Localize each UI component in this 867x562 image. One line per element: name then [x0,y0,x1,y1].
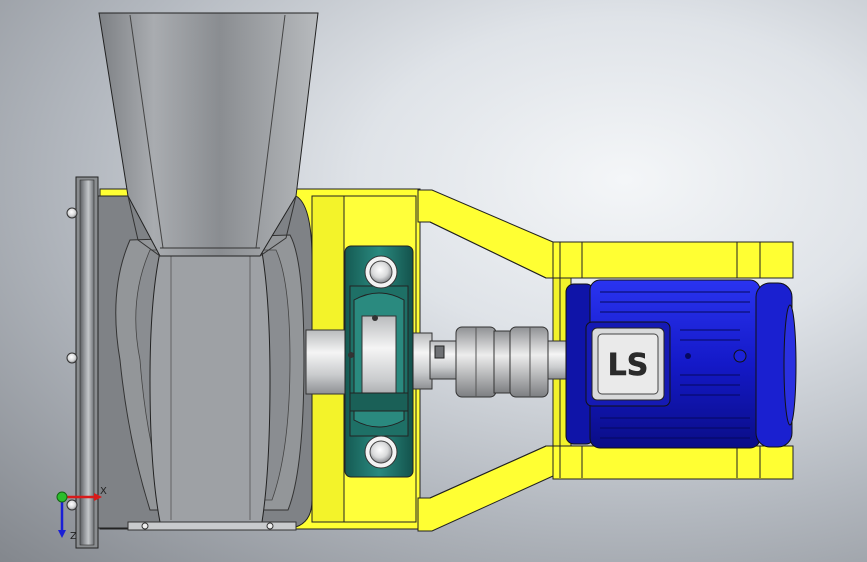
motor-logo: LS [608,348,649,383]
y-axis-arrow [58,497,66,538]
motor-terminal-box[interactable]: LS [585,321,671,407]
jaw-coupling[interactable] [455,326,549,398]
triad-z-label: Z [70,531,77,542]
x-axis-arrow [62,493,102,501]
cad-viewport[interactable]: LS Z X [0,0,867,562]
triad-origin [56,491,68,503]
triad-x-label: X [100,486,107,497]
pillow-block-bearing[interactable] [344,245,414,478]
coordinate-triad: Z X [56,486,107,542]
electric-motor[interactable]: LS [565,279,797,449]
assembly-model[interactable]: LS [0,0,867,562]
